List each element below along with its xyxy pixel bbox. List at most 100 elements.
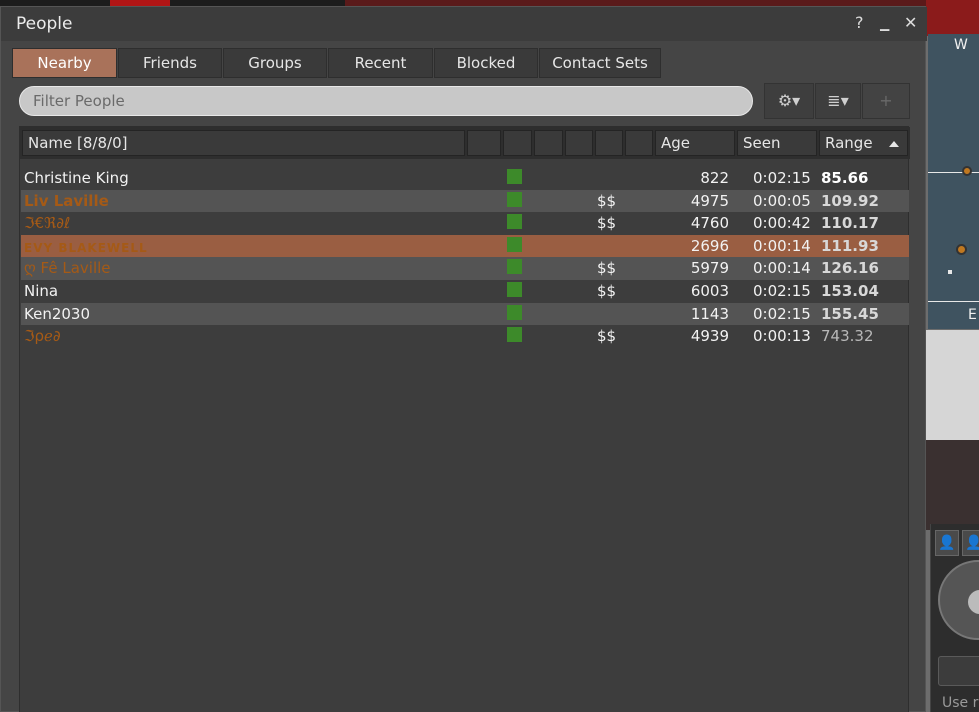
row-name: Liv Laville: [24, 191, 109, 210]
table-row[interactable]: ღ Fê Laville $$ 5979 0:00:14 126.16: [21, 257, 909, 280]
table-row[interactable]: Christine King 822 0:02:15 85.66: [21, 167, 909, 190]
nearby-people-list[interactable]: Name [8/8/0] Age Seen Range Christine Ki…: [19, 126, 910, 712]
row-age: 1143: [690, 304, 729, 323]
row-payment-info: $$: [597, 327, 617, 346]
row-age: 5979: [690, 259, 729, 278]
window-title: People: [16, 14, 73, 34]
camera-joystick[interactable]: [938, 560, 979, 640]
column-header-payment[interactable]: [595, 130, 623, 156]
row-range: 109.92: [821, 191, 879, 210]
table-row[interactable]: ℑ€ℜ∂ℓ $$ 4760 0:00:42 110.17: [21, 212, 909, 235]
row-seen: 0:02:15: [753, 169, 811, 187]
row-payment-info: $$: [597, 259, 617, 278]
filter-people-input[interactable]: [19, 86, 753, 116]
world-wall-top: [926, 0, 979, 36]
table-row[interactable]: ℑρℯ∂ $$ 4939 0:00:13 743.32: [21, 325, 909, 348]
row-payment-info: $$: [597, 191, 617, 210]
column-header-name[interactable]: Name [8/8/0]: [22, 130, 465, 156]
online-status-icon: [507, 214, 522, 230]
row-age: 4939: [690, 327, 729, 346]
row-range: 153.04: [821, 281, 879, 300]
row-name: ℑ€ℜ∂ℓ: [24, 214, 71, 233]
row-name: ℑρℯ∂: [24, 327, 61, 346]
list-rows: Christine King 822 0:02:15 85.66 Liv Lav…: [21, 167, 909, 348]
row-seen: 0:00:42: [753, 214, 811, 233]
column-header-icon[interactable]: [565, 130, 593, 156]
table-row[interactable]: Liv Laville $$ 4975 0:00:05 109.92: [21, 189, 909, 213]
help-icon[interactable]: ?: [855, 14, 864, 32]
list-view-icon: ≣▾: [827, 91, 849, 110]
row-range: 110.17: [821, 214, 879, 233]
gear-menu-button[interactable]: ⚙▾: [764, 83, 814, 119]
row-range: 155.45: [821, 304, 879, 323]
online-status-icon: [507, 236, 522, 252]
tab-contact-sets[interactable]: Contact Sets: [539, 48, 661, 78]
minimap-road: [928, 301, 979, 302]
minimap-avatar-dot: [962, 166, 972, 176]
movement-control-button[interactable]: [938, 656, 979, 686]
minimap-object-marker: [948, 270, 952, 274]
column-header-range-label: Range: [825, 134, 873, 152]
tab-nearby[interactable]: Nearby: [12, 48, 117, 78]
row-age: 4975: [690, 191, 729, 210]
row-name: EVY BLAKEWELL: [24, 240, 148, 255]
column-header-range[interactable]: Range: [819, 130, 908, 156]
column-header-status[interactable]: [503, 130, 532, 156]
minimap-compass-west: W: [954, 37, 968, 53]
joystick-knob[interactable]: [968, 590, 979, 614]
row-range: 126.16: [821, 259, 879, 278]
view-options-button[interactable]: ≣▾: [815, 83, 861, 119]
table-row[interactable]: Ken2030 1143 0:02:15 155.45: [21, 302, 909, 326]
movement-controls-panel: 👤 👤 Use r: [930, 524, 979, 712]
row-range: 743.32: [821, 327, 874, 346]
minimap-avatar-dot: [956, 244, 967, 255]
avatar-icon[interactable]: 👤: [935, 530, 959, 556]
world-view: [926, 330, 979, 440]
row-seen: 0:02:15: [753, 304, 811, 323]
tab-recent[interactable]: Recent: [328, 48, 433, 78]
online-status-icon: [507, 304, 522, 320]
panel-hint-text: Use r: [942, 695, 979, 711]
world-floor: [926, 440, 979, 530]
online-status-icon: [507, 259, 522, 275]
row-age: 4760: [690, 214, 729, 233]
row-name: Christine King: [24, 169, 129, 187]
avatar-alt-icon[interactable]: 👤: [962, 530, 979, 556]
online-status-icon: [507, 327, 522, 343]
add-friend-button[interactable]: +: [862, 83, 910, 119]
minimap[interactable]: [928, 34, 979, 329]
row-name: ღ Fê Laville: [24, 259, 111, 278]
tab-bar: Nearby Friends Groups Recent Blocked Con…: [12, 48, 662, 78]
table-row[interactable]: Nina $$ 6003 0:02:15 153.04: [21, 280, 909, 303]
minimap-compass-east: E: [968, 307, 977, 323]
row-seen: 0:00:14: [753, 259, 811, 278]
row-payment-info: $$: [597, 281, 617, 300]
column-header-seen[interactable]: Seen: [737, 130, 817, 156]
column-header-icon[interactable]: [467, 130, 501, 156]
minimize-icon[interactable]: ▁: [880, 15, 889, 33]
table-row-selected[interactable]: EVY BLAKEWELL 2696 0:00:14 111.93: [21, 234, 909, 258]
online-status-icon: [507, 281, 522, 297]
list-header: Name [8/8/0] Age Seen Range: [20, 127, 910, 159]
row-name: Nina: [24, 281, 59, 300]
tab-groups[interactable]: Groups: [223, 48, 327, 78]
row-age: 822: [700, 169, 729, 187]
title-bar[interactable]: People ? ▁ ✕: [1, 7, 927, 41]
row-seen: 0:02:15: [753, 281, 811, 300]
column-header-icon[interactable]: [534, 130, 563, 156]
tab-blocked[interactable]: Blocked: [434, 48, 538, 78]
gear-icon: ⚙▾: [777, 91, 801, 110]
row-age: 6003: [690, 281, 729, 300]
row-seen: 0:00:05: [753, 191, 811, 210]
row-age: 2696: [690, 236, 729, 255]
online-status-icon: [507, 169, 522, 184]
screen: W E 👤 👤 Use r People ? ▁ ✕ Nearby Friend…: [0, 0, 979, 712]
row-name: Ken2030: [24, 304, 90, 323]
column-header-icon[interactable]: [625, 130, 653, 156]
tab-friends[interactable]: Friends: [118, 48, 222, 78]
close-icon[interactable]: ✕: [904, 14, 917, 32]
column-header-age[interactable]: Age: [655, 130, 735, 156]
sort-ascending-icon: [889, 141, 899, 147]
row-range: 85.66: [821, 169, 869, 187]
row-seen: 0:00:14: [753, 236, 811, 255]
